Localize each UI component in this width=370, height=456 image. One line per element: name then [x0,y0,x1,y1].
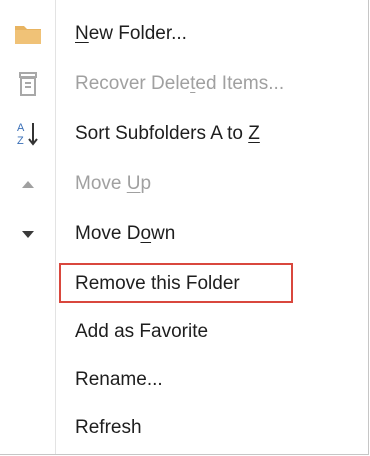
menu-item-rename[interactable]: Rename... [0,359,368,401]
menu-item-sort-subfolders[interactable]: A Z Sort Subfolders A to Z [0,113,368,155]
menu-item-move-up[interactable]: Move Up [0,163,368,205]
folder-icon [14,21,42,47]
svg-text:Z: Z [17,135,24,147]
context-menu: New Folder... Recover Deleted Items... A… [0,0,369,455]
triangle-up-icon [14,171,42,197]
recycle-bin-icon [14,71,42,97]
menu-item-new-folder[interactable]: New Folder... [0,13,368,55]
menu-item-recover-deleted-items[interactable]: Recover Deleted Items... [0,63,368,105]
menu-item-add-as-favorite[interactable]: Add as Favorite [0,311,368,353]
menu-item-move-down[interactable]: Move Down [0,213,368,255]
sort-az-icon: A Z [14,121,42,147]
menu-item-refresh[interactable]: Refresh [0,407,368,449]
triangle-down-icon [14,221,42,247]
highlight-box [59,263,293,303]
svg-text:A: A [17,122,25,134]
